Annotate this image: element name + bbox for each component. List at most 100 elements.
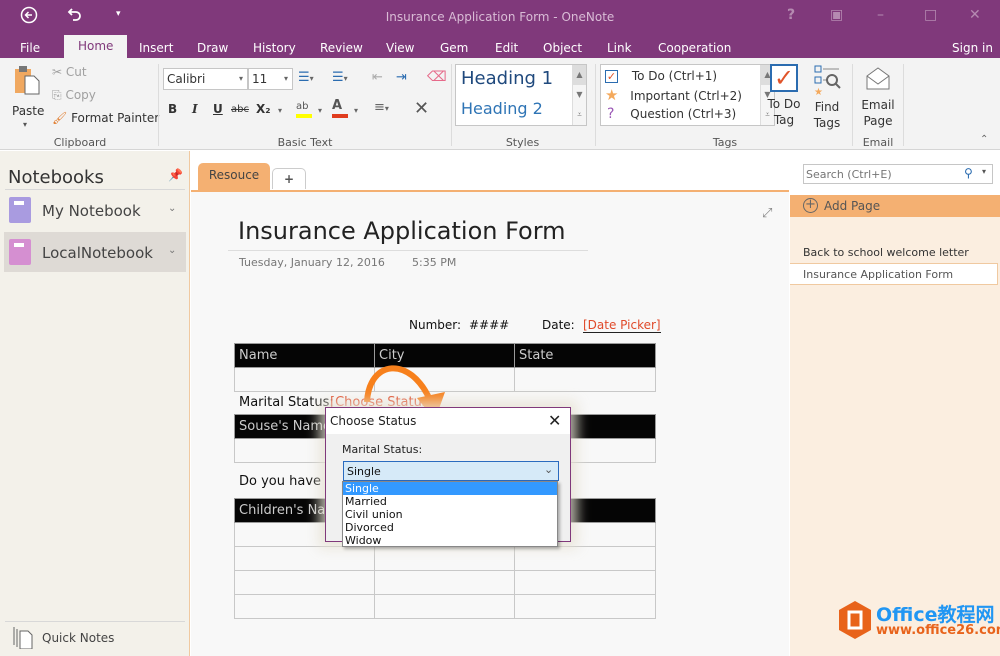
tag-item[interactable]: ★ Important (Ctrl+2) <box>605 86 742 105</box>
star-icon: ★ <box>605 86 619 104</box>
page-item[interactable]: Back to school welcome letter <box>803 246 969 259</box>
tab-file[interactable]: File <box>16 38 44 58</box>
subscript-button[interactable]: X₂ <box>256 102 271 116</box>
table-cell[interactable] <box>234 570 375 595</box>
table-cell[interactable] <box>374 546 515 571</box>
table-cell[interactable] <box>514 570 656 595</box>
font-color-button[interactable]: A <box>332 98 348 118</box>
ribbon-display-icon[interactable]: ▣ <box>830 7 843 23</box>
divider <box>5 621 185 622</box>
table-cell[interactable] <box>514 367 656 392</box>
tab-home[interactable]: Home <box>64 35 128 58</box>
email-page-button[interactable]: Email Page <box>858 64 898 134</box>
close-icon[interactable]: ✕ <box>969 7 981 23</box>
search-scope-dropdown-icon[interactable]: ▾ <box>982 167 986 176</box>
tab-edit[interactable]: Edit <box>491 38 522 58</box>
plus-circle-icon: + <box>803 198 818 213</box>
date-picker-field[interactable]: [Date Picker] <box>583 318 661 333</box>
chevron-down-icon[interactable]: ▾ <box>354 106 358 115</box>
option-married[interactable]: Married <box>343 495 557 508</box>
italic-button[interactable]: I <box>192 102 198 116</box>
dialog-close-icon[interactable]: ✕ <box>548 411 561 430</box>
option-widow[interactable]: Widow <box>343 534 557 547</box>
style-heading-2[interactable]: Heading 2 <box>461 99 543 118</box>
tag-item[interactable]: ✓ To Do (Ctrl+1) <box>605 67 717 86</box>
page-title[interactable]: Insurance Application Form <box>238 217 566 245</box>
tag-item[interactable]: ? Question (Ctrl+3) <box>605 105 736 124</box>
tab-link[interactable]: Link <box>603 38 636 58</box>
tab-view[interactable]: View <box>382 38 418 58</box>
delete-icon[interactable]: ✕ <box>414 98 429 119</box>
decrease-indent-icon[interactable]: ⇤ <box>372 70 383 85</box>
option-single[interactable]: Single <box>343 482 557 495</box>
tab-cooperation[interactable]: Cooperation <box>654 38 735 58</box>
tab-object[interactable]: Object <box>539 38 586 58</box>
styles-scrollbar[interactable]: ▲ ▼ ⩡ <box>572 65 586 125</box>
table-cell[interactable] <box>374 594 515 619</box>
clear-formatting-icon[interactable]: ⌫ <box>427 69 447 85</box>
pin-icon[interactable]: 📌 <box>168 168 183 182</box>
align-icon[interactable]: ≡▾ <box>374 100 389 115</box>
quick-notes-item[interactable]: Quick Notes <box>10 625 180 651</box>
tab-history[interactable]: History <box>249 38 300 58</box>
copy-button[interactable]: ⎘ Copy <box>52 88 96 103</box>
page-item-selected[interactable]: Insurance Application Form <box>790 263 998 285</box>
numbering-icon[interactable]: ☰▾ <box>332 70 348 85</box>
todo-tag-button[interactable]: ✓ To Do Tag <box>763 64 805 134</box>
table-cell[interactable] <box>374 570 515 595</box>
strikethrough-button[interactable]: abc <box>231 104 249 115</box>
table-cell[interactable] <box>514 546 656 571</box>
underline-button[interactable]: U <box>213 102 223 116</box>
help-icon[interactable]: ? <box>787 7 795 23</box>
number-value[interactable]: #### <box>469 318 509 332</box>
style-heading-1[interactable]: Heading 1 <box>461 68 553 89</box>
bold-button[interactable]: B <box>168 102 177 116</box>
add-section-button[interactable]: + <box>272 168 306 189</box>
tags-group-label: Tags <box>712 136 738 149</box>
option-civil-union[interactable]: Civil union <box>343 508 557 521</box>
find-tags-button[interactable]: ★ Find Tags <box>808 64 846 134</box>
format-painter-button[interactable]: 🖌 Format Painter <box>52 111 159 125</box>
office-logo-icon <box>837 600 873 640</box>
notebook-item-selected[interactable]: LocalNotebook ⌄ <box>4 232 186 272</box>
tab-insert[interactable]: Insert <box>135 38 177 58</box>
font-name-combo[interactable]: Calibri ▾ <box>163 68 248 90</box>
tab-review[interactable]: Review <box>316 38 367 58</box>
bullets-icon[interactable]: ☰▾ <box>298 70 314 85</box>
chevron-down-icon[interactable]: ⌄ <box>168 245 176 256</box>
separator <box>158 64 159 146</box>
collapse-ribbon-icon[interactable]: ⌃ <box>980 134 988 145</box>
tab-draw[interactable]: Draw <box>193 38 232 58</box>
section-tab-resouce[interactable]: Resouce <box>198 163 270 190</box>
minimize-icon[interactable]: – <box>877 7 884 23</box>
expand-icon[interactable]: ⤢ <box>762 206 772 221</box>
highlight-button[interactable]: ab <box>296 98 312 118</box>
search-icon[interactable]: ⚲ <box>964 166 973 180</box>
option-divorced[interactable]: Divorced <box>343 521 557 534</box>
maximize-icon[interactable]: □ <box>924 7 937 23</box>
add-page-button[interactable]: + Add Page <box>790 195 1000 217</box>
table-cell[interactable] <box>514 594 656 619</box>
table-cell[interactable] <box>234 367 375 392</box>
find-tags-icon: ★ <box>814 65 841 98</box>
checkbox-icon: ✓ <box>605 70 618 83</box>
tab-gem[interactable]: Gem <box>436 38 472 58</box>
chevron-down-icon[interactable]: ▾ <box>278 106 282 115</box>
search-box[interactable]: ⚲ ▾ <box>803 164 993 184</box>
separator <box>852 64 853 146</box>
table-cell[interactable] <box>234 546 375 571</box>
sign-in-link[interactable]: Sign in <box>948 38 997 58</box>
chevron-down-icon: ⌄ <box>544 463 554 476</box>
paste-button[interactable]: Paste ▾ <box>10 64 44 134</box>
paste-icon <box>15 66 40 95</box>
marital-status-select[interactable]: Single ⌄ <box>343 461 559 481</box>
font-size-combo[interactable]: 11 ▾ <box>248 68 293 90</box>
notebook-item[interactable]: My Notebook ⌄ <box>4 191 186 229</box>
table-cell[interactable] <box>234 594 375 619</box>
increase-indent-icon[interactable]: ⇥ <box>396 70 407 85</box>
search-input[interactable] <box>806 166 956 182</box>
chevron-down-icon[interactable]: ▾ <box>318 106 322 115</box>
quick-notes-icon <box>13 627 33 649</box>
cut-button[interactable]: ✂ Cut <box>52 65 87 79</box>
chevron-down-icon[interactable]: ⌄ <box>168 203 176 214</box>
